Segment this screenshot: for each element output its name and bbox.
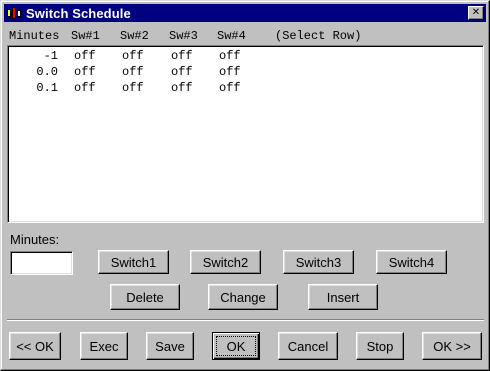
header-select-row-hint: (Select Row) [275, 29, 362, 43]
row-minutes: 0.0 [36, 65, 58, 79]
row-minutes: -1 [43, 49, 58, 63]
row-sw1: off [74, 65, 96, 79]
switch3-button[interactable]: Switch3 [283, 250, 354, 274]
header-sw1: Sw#1 [71, 29, 100, 43]
stop-button[interactable]: Stop [356, 332, 404, 360]
schedule-list[interactable]: -1 off off off off 0.0 off off off off 0… [7, 45, 484, 223]
prev-ok-button[interactable]: << OK [9, 332, 61, 360]
row-sw1: off [74, 81, 96, 95]
table-header: Minutes Sw#1 Sw#2 Sw#3 Sw#4 (Select Row) [9, 29, 361, 43]
focus-rect [216, 336, 256, 356]
minutes-label: Minutes: [10, 232, 60, 247]
table-row[interactable]: -1 off off off off [8, 49, 483, 64]
delete-button[interactable]: Delete [110, 284, 180, 310]
header-sw3: Sw#3 [169, 29, 198, 43]
ok-button[interactable]: OK [212, 332, 260, 360]
switch4-button[interactable]: Switch4 [376, 250, 447, 274]
cancel-button[interactable]: Cancel [278, 332, 338, 360]
next-ok-button[interactable]: OK >> [422, 332, 482, 360]
row-sw4: off [219, 81, 241, 95]
row-sw2: off [122, 81, 144, 95]
header-sw2: Sw#2 [120, 29, 149, 43]
change-button[interactable]: Change [208, 284, 278, 310]
switch2-button[interactable]: Switch2 [190, 250, 261, 274]
row-minutes: 0.1 [36, 81, 58, 95]
switch-schedule-window: Switch Schedule ✕ Minutes Sw#1 Sw#2 Sw#3… [0, 0, 490, 371]
save-button[interactable]: Save [146, 332, 194, 360]
separator [7, 319, 484, 321]
switch1-button[interactable]: Switch1 [98, 250, 169, 274]
row-sw3: off [171, 65, 193, 79]
close-button[interactable]: ✕ [468, 6, 484, 20]
insert-button[interactable]: Insert [308, 284, 378, 310]
header-sw4: Sw#4 [217, 29, 246, 43]
exec-button[interactable]: Exec [80, 332, 128, 360]
table-row[interactable]: 0.1 off off off off [8, 81, 483, 96]
row-sw1: off [74, 49, 96, 63]
row-sw4: off [219, 65, 241, 79]
window-title: Switch Schedule [26, 5, 131, 21]
close-icon: ✕ [471, 7, 481, 18]
row-sw3: off [171, 49, 193, 63]
row-sw3: off [171, 81, 193, 95]
header-minutes: Minutes [9, 29, 60, 43]
app-icon [6, 6, 22, 20]
row-sw2: off [122, 65, 144, 79]
table-row[interactable]: 0.0 off off off off [8, 65, 483, 80]
title-bar[interactable]: Switch Schedule ✕ [4, 4, 486, 22]
row-sw4: off [219, 49, 241, 63]
row-sw2: off [122, 49, 144, 63]
minutes-input[interactable] [10, 251, 73, 275]
